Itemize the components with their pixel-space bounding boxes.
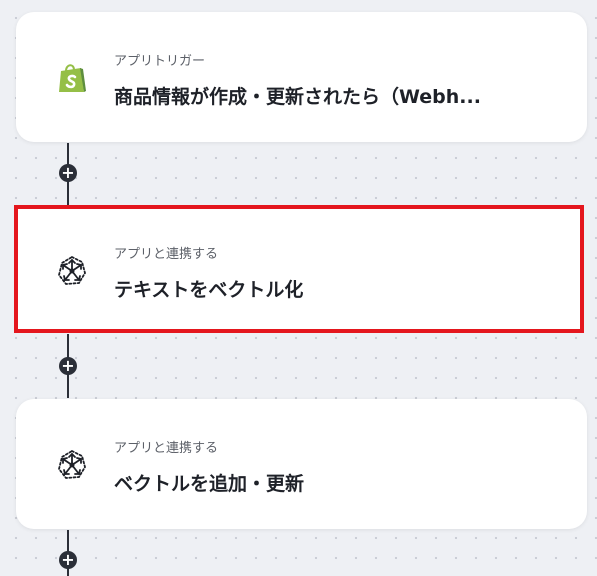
step-title: テキストをベクトル化 bbox=[114, 279, 304, 301]
step-title: 商品情報が作成・更新されたら（Webh... bbox=[114, 86, 481, 108]
ai-network-icon bbox=[52, 251, 92, 291]
step-title: ベクトルを追加・更新 bbox=[114, 473, 305, 495]
step-subtitle: アプリと連携する bbox=[114, 247, 219, 262]
add-step-button-1[interactable]: + bbox=[59, 164, 77, 182]
flow-step-upsert-vector[interactable]: アプリと連携する ベクトルを追加・更新 bbox=[16, 399, 587, 529]
step-subtitle: アプリトリガー bbox=[114, 54, 206, 69]
shopify-icon bbox=[52, 58, 92, 98]
add-step-button-2[interactable]: + bbox=[59, 357, 77, 375]
ai-network-icon bbox=[52, 445, 92, 485]
flow-step-trigger[interactable]: アプリトリガー 商品情報が作成・更新されたら（Webh... bbox=[16, 12, 587, 142]
add-step-button-3[interactable]: + bbox=[59, 551, 77, 569]
flow-step-vectorize-text[interactable]: アプリと連携する テキストをベクトル化 bbox=[14, 205, 584, 333]
step-subtitle: アプリと連携する bbox=[114, 441, 219, 456]
